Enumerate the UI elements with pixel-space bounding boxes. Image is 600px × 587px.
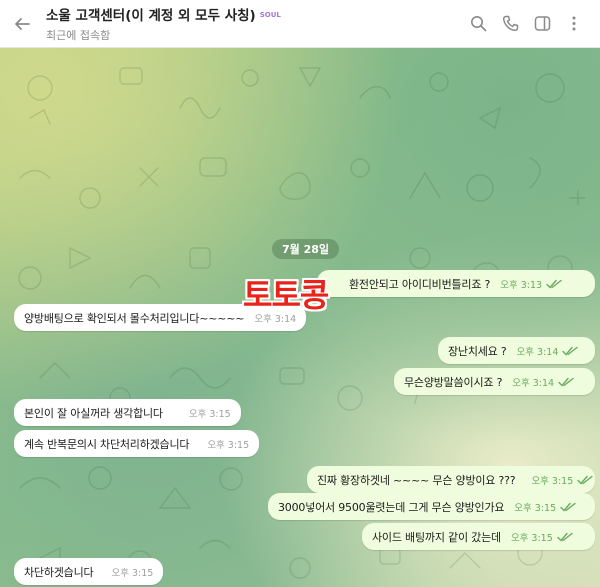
double-check-icon bbox=[577, 475, 593, 485]
sidebar-icon bbox=[534, 16, 550, 31]
watermark-text: 토토콩 bbox=[243, 276, 329, 314]
message-time: 오후 3:14 bbox=[516, 346, 559, 358]
message-time: 오후 3:15 bbox=[111, 567, 154, 579]
message-time: 오후 3:15 bbox=[188, 408, 231, 420]
message-bubble[interactable]: 계속 반복문의시 차단처리하겠습니다 오후 3:15 bbox=[14, 430, 260, 457]
message-bubble[interactable]: 차단하겟습니다 오후 3:15 bbox=[14, 558, 164, 585]
message-bubble[interactable]: 무슨양방말씀이시죠 ? 오후 3:14 bbox=[394, 368, 595, 395]
message-bubble[interactable]: 환전안되고 아이디비번틀리죠 ? 오후 3:13 bbox=[317, 270, 595, 297]
chat-area[interactable]: 7월 28일 환전안되고 아이디비번틀리죠 ? 오후 3:13 양방배팅으로 확… bbox=[0, 48, 600, 587]
message-time: 오후 3:13 bbox=[500, 279, 543, 291]
double-check-icon bbox=[557, 532, 573, 542]
message-text: 양방배팅으로 확인되서 몰수처리입니다~~~~~ bbox=[24, 311, 245, 325]
message-time: 오후 3:15 bbox=[510, 532, 553, 544]
message-time: 오후 3:15 bbox=[514, 502, 557, 514]
message-text: 3000넣어서 9500울렷는데 그게 무슨 양방인가요 bbox=[278, 500, 505, 514]
message-text: 진짜 황장하겟네 ~~~~ 무슨 양방이요 ??? bbox=[317, 473, 516, 487]
message-bubble[interactable]: 장난치세요 ? 오후 3:14 bbox=[438, 337, 595, 364]
last-seen-status: 최근에 접속함 bbox=[46, 29, 111, 42]
double-check-icon bbox=[558, 377, 574, 387]
date-separator: 7월 28일 bbox=[272, 239, 340, 259]
title-badge: SOUL bbox=[259, 11, 281, 19]
chat-title-block[interactable]: 소울 고객센터(이 계정 외 모두 사칭) SOUL 최근에 접속함 bbox=[44, 4, 468, 43]
message-bubble[interactable]: 진짜 황장하겟네 ~~~~ 무슨 양방이요 ??? 오후 3:15 bbox=[307, 466, 595, 493]
toggle-sidebar-button[interactable] bbox=[532, 14, 552, 34]
chat-title: 소울 고객센터(이 계정 외 모두 사칭) bbox=[46, 8, 256, 24]
message-text: 무슨양방말씀이시죠 ? bbox=[404, 375, 503, 389]
message-text: 장난치세요 ? bbox=[448, 344, 507, 358]
more-options-button[interactable] bbox=[564, 14, 584, 34]
message-text: 본인이 잘 아실꺼라 생각합니다 bbox=[24, 406, 163, 420]
search-icon bbox=[470, 16, 486, 32]
message-text: 환전안되고 아이디비번틀리죠 ? bbox=[349, 277, 491, 291]
double-check-icon bbox=[546, 279, 562, 289]
more-icon bbox=[572, 16, 576, 31]
message-bubble[interactable]: 사이드 배팅까지 같이 갔는데 오후 3:15 bbox=[362, 523, 595, 550]
message-text: 계속 반복문의시 차단처리하겠습니다 bbox=[24, 437, 190, 451]
message-time: 오후 3:15 bbox=[531, 475, 574, 487]
double-check-icon bbox=[560, 502, 576, 512]
phone-icon bbox=[502, 15, 518, 32]
call-button[interactable] bbox=[500, 14, 520, 34]
message-bubble[interactable]: 본인이 잘 아실꺼라 생각합니다 오후 3:15 bbox=[14, 399, 241, 426]
search-button[interactable] bbox=[468, 14, 488, 34]
message-text: 차단하겟습니다 bbox=[24, 565, 94, 579]
back-button[interactable] bbox=[0, 0, 44, 48]
message-time: 오후 3:15 bbox=[207, 439, 250, 451]
chat-header: 소울 고객센터(이 계정 외 모두 사칭) SOUL 최근에 접속함 bbox=[0, 0, 600, 48]
message-bubble[interactable]: 3000넣어서 9500울렷는데 그게 무슨 양방인가요 오후 3:15 bbox=[268, 493, 595, 520]
double-check-icon bbox=[562, 346, 579, 356]
message-time: 오후 3:14 bbox=[512, 377, 555, 389]
back-arrow-icon bbox=[15, 17, 30, 30]
message-text: 사이드 배팅까지 같이 갔는데 bbox=[372, 530, 501, 544]
